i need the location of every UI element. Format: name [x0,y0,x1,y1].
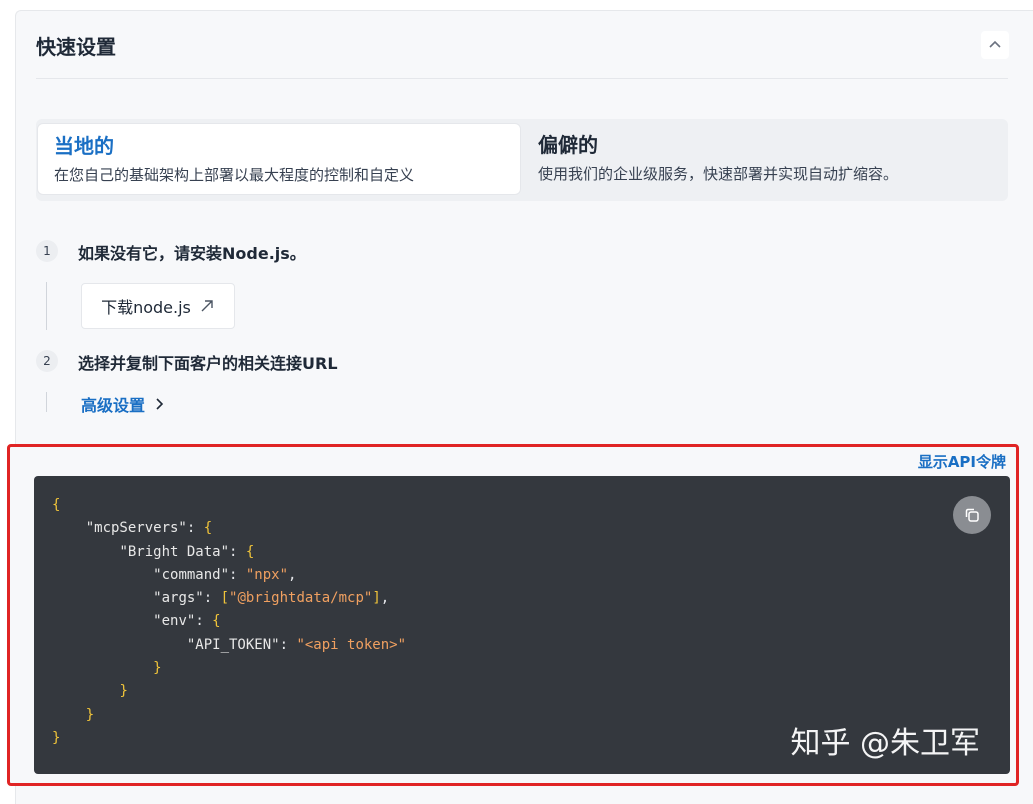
code-token: { [203,520,213,537]
config-highlight-box: 显示API令牌 { "mcpServers": { "Bright Data":… [7,444,1019,786]
step-2-number: 2 [36,350,58,372]
download-nodejs-label: 下载node.js [101,298,191,317]
code-token: , [288,566,297,583]
code-token: { [52,497,61,513]
code-token: : [186,520,204,537]
advanced-settings-link[interactable]: 高级设置 [81,392,165,416]
chevron-up-icon [989,40,1001,48]
step-1-text: 如果没有它，请安装Node.js。 [78,244,306,263]
option-remote-description: 使用我们的企业级服务，快速部署并实现自动扩缩容。 [538,165,899,183]
code-token: : [203,590,221,607]
code-token: : [195,613,213,630]
copy-button[interactable] [953,496,991,534]
code-line: } [52,730,60,746]
code-token: : [229,543,246,560]
step-1-connector [46,282,47,330]
code-line: "command": "npx", [52,567,296,583]
option-local-title: 当地的 [54,134,114,158]
code-line: "env": { [52,613,221,630]
code-line: } [52,683,128,700]
deployment-toggle: 当地的 在您自己的基础架构上部署以最大程度的控制和自定义 偏僻的 使用我们的企业… [36,119,1008,201]
step-2-connector [46,392,47,412]
code-token: } [52,729,61,746]
step-1-number: 1 [36,240,58,262]
code-token: "@brightdata/mcp" [229,590,373,607]
arrow-up-right-icon [201,300,213,312]
code-line: "API_TOKEN": "<api token>" [52,637,406,653]
code-token: ] [372,590,381,607]
code-token: "Bright Data" [119,543,230,560]
code-token: : [279,636,297,653]
option-local[interactable]: 当地的 在您自己的基础架构上部署以最大程度的控制和自定义 [37,123,521,195]
code-token: { [212,613,221,630]
code-token: [ [220,590,230,607]
mcp-config-code[interactable]: { "mcpServers": { "Bright Data": { "comm… [52,494,406,750]
code-token: } [119,683,128,700]
code-line: "Bright Data": { [52,544,254,560]
code-token: "API_TOKEN" [186,636,280,653]
download-nodejs-button[interactable]: 下载node.js [81,283,235,329]
code-token: } [153,660,162,677]
code-token: "env" [153,613,196,630]
code-line: { [52,497,60,513]
code-token: , [380,590,390,607]
code-token: "args" [153,590,204,607]
code-token: "npx" [245,566,289,583]
step-2-text: 选择并复制下面客户的相关连接URL [78,354,338,373]
code-token: { [245,543,255,560]
code-token: "mcpServers" [85,520,187,537]
chevron-right-icon [156,398,164,410]
option-local-description: 在您自己的基础架构上部署以最大程度的控制和自定义 [54,166,415,184]
code-block: { "mcpServers": { "Bright Data": { "comm… [34,476,1010,774]
section-title: 快速设置 [36,35,116,59]
option-remote[interactable]: 偏僻的 使用我们的企业级服务，快速部署并实现自动扩缩容。 [522,123,1002,195]
code-line: "args": ["@brightdata/mcp"], [52,590,389,606]
collapse-button[interactable] [981,31,1009,59]
section-divider [36,78,1008,79]
copy-icon [965,508,979,522]
code-token: } [85,706,95,723]
code-line: "mcpServers": { [52,520,212,536]
watermark: 知乎 @朱卫军 [790,726,980,761]
code-line: } [52,707,94,723]
advanced-settings-label: 高级设置 [81,396,146,415]
show-api-token-link[interactable]: 显示API令牌 [918,451,1006,472]
code-token: "command" [153,566,230,583]
option-remote-title: 偏僻的 [538,133,598,157]
code-token: "<api token>" [296,636,407,653]
code-line: } [52,660,162,677]
code-token: : [229,566,246,583]
